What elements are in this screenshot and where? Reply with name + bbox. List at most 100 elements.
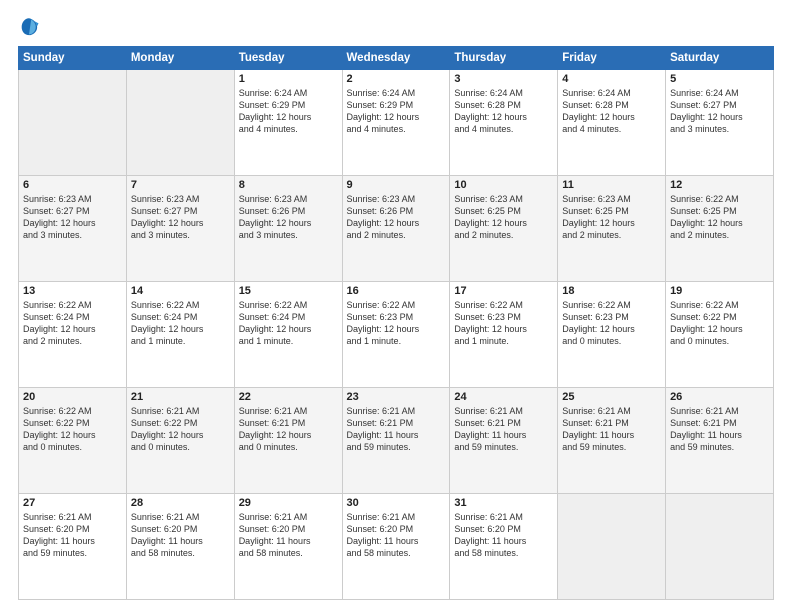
day-info: Sunrise: 6:21 AM Sunset: 6:21 PM Dayligh…: [670, 405, 769, 454]
day-cell: 18Sunrise: 6:22 AM Sunset: 6:23 PM Dayli…: [558, 282, 666, 388]
day-cell: 24 Sunrise: 6:21 AM Sunset: 6:21 PM Dayli…: [450, 388, 558, 494]
weekday-header-row: SundayMondayTuesdayWednesdayThursdayFrid…: [19, 47, 774, 70]
day-number: 14: [131, 285, 230, 297]
day-info: Sunrise: 6:22 AM Sunset: 6:24 PM Dayligh…: [131, 299, 230, 348]
day-cell: 2Sunrise: 6:24 AM Sunset: 6:29 PM Daylig…: [342, 70, 450, 176]
day-cell: 20 Sunrise: 6:22 AM Sunset: 6:22 PM Dayli…: [19, 388, 127, 494]
day-cell: 16Sunrise: 6:22 AM Sunset: 6:23 PM Dayli…: [342, 282, 450, 388]
day-info: Sunrise: 6:21 AM Sunset: 6:21 PM Dayligh…: [347, 405, 446, 454]
day-info: Sunrise: 6:24 AM Sunset: 6:29 PM Dayligh…: [239, 87, 338, 136]
day-info: Sunrise: 6:22 AM Sunset: 6:25 PM Dayligh…: [670, 193, 769, 242]
day-number: 11: [562, 179, 661, 191]
day-number: 4: [562, 73, 661, 85]
weekday-header-wednesday: Wednesday: [342, 47, 450, 70]
day-info: Sunrise: 6:24 AM Sunset: 6:28 PM Dayligh…: [454, 87, 553, 136]
day-number: 25: [562, 391, 661, 403]
logo: [18, 16, 44, 38]
day-cell: 26 Sunrise: 6:21 AM Sunset: 6:21 PM Dayli…: [666, 388, 774, 494]
day-number: 26: [670, 391, 769, 403]
day-info: Sunrise: 6:21 AM Sunset: 6:21 PM Dayligh…: [562, 405, 661, 454]
day-cell: 7 Sunrise: 6:23 AM Sunset: 6:27 PM Daylig…: [126, 176, 234, 282]
day-cell: [666, 494, 774, 600]
day-cell: 30Sunrise: 6:21 AM Sunset: 6:20 PM Dayli…: [342, 494, 450, 600]
day-cell: 12 Sunrise: 6:22 AM Sunset: 6:25 PM Dayli…: [666, 176, 774, 282]
day-info: Sunrise: 6:23 AM Sunset: 6:27 PM Dayligh…: [23, 193, 122, 242]
day-number: 10: [454, 179, 553, 191]
day-cell: 3 Sunrise: 6:24 AM Sunset: 6:28 PM Daylig…: [450, 70, 558, 176]
day-cell: [126, 70, 234, 176]
day-cell: 5 Sunrise: 6:24 AM Sunset: 6:27 PM Daylig…: [666, 70, 774, 176]
week-row-2: 6 Sunrise: 6:23 AM Sunset: 6:27 PM Daylig…: [19, 176, 774, 282]
day-number: 1: [239, 73, 338, 85]
week-row-5: 27 Sunrise: 6:21 AM Sunset: 6:20 PM Dayli…: [19, 494, 774, 600]
day-info: Sunrise: 6:24 AM Sunset: 6:29 PM Dayligh…: [347, 87, 446, 136]
calendar-table: SundayMondayTuesdayWednesdayThursdayFrid…: [18, 46, 774, 600]
day-info: Sunrise: 6:23 AM Sunset: 6:25 PM Dayligh…: [454, 193, 553, 242]
day-number: 9: [347, 179, 446, 191]
week-row-1: 1 Sunrise: 6:24 AM Sunset: 6:29 PM Daylig…: [19, 70, 774, 176]
day-number: 20: [23, 391, 122, 403]
week-row-4: 20 Sunrise: 6:22 AM Sunset: 6:22 PM Dayli…: [19, 388, 774, 494]
day-info: Sunrise: 6:24 AM Sunset: 6:27 PM Dayligh…: [670, 87, 769, 136]
day-number: 18: [562, 285, 661, 297]
day-cell: 15Sunrise: 6:22 AM Sunset: 6:24 PM Dayli…: [234, 282, 342, 388]
day-number: 3: [454, 73, 553, 85]
calendar-body: 1 Sunrise: 6:24 AM Sunset: 6:29 PM Daylig…: [19, 70, 774, 600]
day-number: 7: [131, 179, 230, 191]
day-cell: [19, 70, 127, 176]
weekday-header-sunday: Sunday: [19, 47, 127, 70]
day-number: 13: [23, 285, 122, 297]
day-info: Sunrise: 6:22 AM Sunset: 6:23 PM Dayligh…: [454, 299, 553, 348]
day-cell: 14 Sunrise: 6:22 AM Sunset: 6:24 PM Dayli…: [126, 282, 234, 388]
day-cell: 25 Sunrise: 6:21 AM Sunset: 6:21 PM Dayli…: [558, 388, 666, 494]
day-info: Sunrise: 6:23 AM Sunset: 6:26 PM Dayligh…: [347, 193, 446, 242]
day-cell: 22 Sunrise: 6:21 AM Sunset: 6:21 PM Dayli…: [234, 388, 342, 494]
logo-icon: [18, 16, 40, 38]
day-number: 17: [454, 285, 553, 297]
day-cell: 8 Sunrise: 6:23 AM Sunset: 6:26 PM Daylig…: [234, 176, 342, 282]
day-cell: 29Sunrise: 6:21 AM Sunset: 6:20 PM Dayli…: [234, 494, 342, 600]
day-number: 22: [239, 391, 338, 403]
day-cell: 9 Sunrise: 6:23 AM Sunset: 6:26 PM Daylig…: [342, 176, 450, 282]
day-cell: 1 Sunrise: 6:24 AM Sunset: 6:29 PM Daylig…: [234, 70, 342, 176]
weekday-header-tuesday: Tuesday: [234, 47, 342, 70]
day-info: Sunrise: 6:21 AM Sunset: 6:20 PM Dayligh…: [239, 511, 338, 560]
day-cell: 21Sunrise: 6:21 AM Sunset: 6:22 PM Dayli…: [126, 388, 234, 494]
day-info: Sunrise: 6:23 AM Sunset: 6:27 PM Dayligh…: [131, 193, 230, 242]
day-info: Sunrise: 6:21 AM Sunset: 6:20 PM Dayligh…: [131, 511, 230, 560]
calendar-header: SundayMondayTuesdayWednesdayThursdayFrid…: [19, 47, 774, 70]
day-number: 24: [454, 391, 553, 403]
day-cell: 27 Sunrise: 6:21 AM Sunset: 6:20 PM Dayli…: [19, 494, 127, 600]
day-number: 31: [454, 497, 553, 509]
day-number: 28: [131, 497, 230, 509]
day-cell: 4 Sunrise: 6:24 AM Sunset: 6:28 PM Daylig…: [558, 70, 666, 176]
day-info: Sunrise: 6:23 AM Sunset: 6:25 PM Dayligh…: [562, 193, 661, 242]
day-number: 27: [23, 497, 122, 509]
day-info: Sunrise: 6:24 AM Sunset: 6:28 PM Dayligh…: [562, 87, 661, 136]
day-number: 21: [131, 391, 230, 403]
day-cell: 11 Sunrise: 6:23 AM Sunset: 6:25 PM Dayli…: [558, 176, 666, 282]
day-number: 8: [239, 179, 338, 191]
day-info: Sunrise: 6:23 AM Sunset: 6:26 PM Dayligh…: [239, 193, 338, 242]
day-info: Sunrise: 6:22 AM Sunset: 6:22 PM Dayligh…: [670, 299, 769, 348]
day-info: Sunrise: 6:21 AM Sunset: 6:21 PM Dayligh…: [239, 405, 338, 454]
day-info: Sunrise: 6:22 AM Sunset: 6:22 PM Dayligh…: [23, 405, 122, 454]
week-row-3: 13 Sunrise: 6:22 AM Sunset: 6:24 PM Dayli…: [19, 282, 774, 388]
weekday-header-friday: Friday: [558, 47, 666, 70]
day-number: 6: [23, 179, 122, 191]
day-number: 12: [670, 179, 769, 191]
day-cell: 28 Sunrise: 6:21 AM Sunset: 6:20 PM Dayli…: [126, 494, 234, 600]
day-number: 19: [670, 285, 769, 297]
day-info: Sunrise: 6:22 AM Sunset: 6:23 PM Dayligh…: [347, 299, 446, 348]
day-info: Sunrise: 6:21 AM Sunset: 6:20 PM Dayligh…: [454, 511, 553, 560]
day-cell: 10 Sunrise: 6:23 AM Sunset: 6:25 PM Dayli…: [450, 176, 558, 282]
weekday-header-saturday: Saturday: [666, 47, 774, 70]
day-cell: 13Sunrise: 6:22 AM Sunset: 6:24 PM Dayli…: [19, 282, 127, 388]
day-number: 5: [670, 73, 769, 85]
weekday-header-thursday: Thursday: [450, 47, 558, 70]
day-info: Sunrise: 6:21 AM Sunset: 6:21 PM Dayligh…: [454, 405, 553, 454]
weekday-header-monday: Monday: [126, 47, 234, 70]
day-info: Sunrise: 6:21 AM Sunset: 6:20 PM Dayligh…: [23, 511, 122, 560]
day-info: Sunrise: 6:21 AM Sunset: 6:20 PM Dayligh…: [347, 511, 446, 560]
day-cell: 19 Sunrise: 6:22 AM Sunset: 6:22 PM Dayli…: [666, 282, 774, 388]
